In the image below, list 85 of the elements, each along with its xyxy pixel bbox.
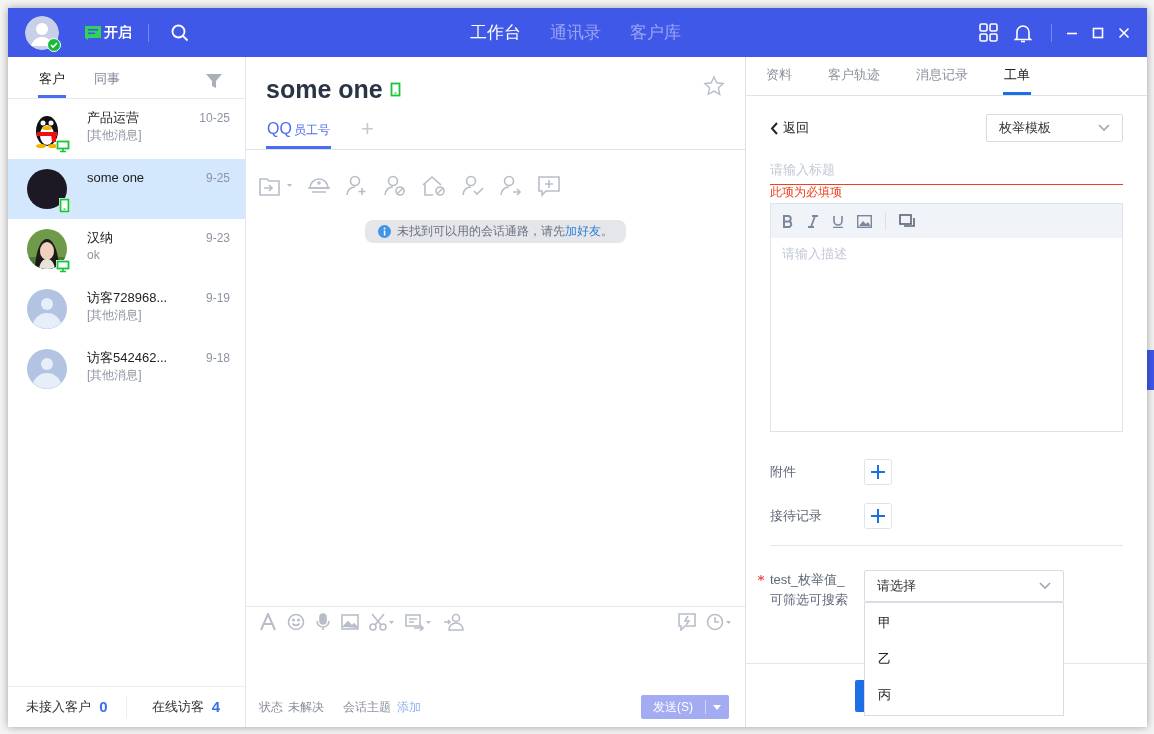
stat-count: 4	[211, 696, 221, 717]
stat-label: 在线访客	[151, 698, 204, 717]
dropdown-option[interactable]: 丙	[865, 677, 1063, 713]
message-time: 9-23	[205, 230, 230, 247]
add-record-button[interactable]	[864, 503, 892, 529]
chevron-down-icon	[1098, 124, 1110, 132]
message-time: 9-18	[205, 350, 230, 367]
comment-icon[interactable]	[899, 213, 916, 229]
field-label: test_枚举值_可筛选可搜索	[770, 571, 849, 609]
quick-reply-icon[interactable]	[678, 612, 696, 631]
sidebar-tab[interactable]: 同事	[93, 68, 121, 98]
mobile-phone-icon	[59, 198, 70, 213]
detail-tab[interactable]: 工单	[1003, 57, 1031, 95]
contact-name: some one	[266, 74, 383, 105]
message-preview: ok	[87, 247, 101, 263]
history-icon[interactable]	[706, 612, 732, 631]
channel-tab[interactable]: QQ 员工号	[266, 113, 331, 149]
contact-name: 汉纳	[87, 229, 114, 247]
transfer-user-icon[interactable]	[499, 174, 523, 197]
nav-tab[interactable]: 工作台	[470, 19, 521, 46]
stat-count: 0	[99, 696, 108, 717]
message-time: 9-19	[205, 290, 230, 307]
message-time: 9-25	[205, 170, 230, 187]
underline-icon[interactable]	[832, 214, 844, 228]
filter-icon[interactable]	[206, 74, 222, 88]
bell-icon[interactable]	[1014, 22, 1032, 43]
apps-grid-icon[interactable]	[979, 23, 998, 42]
check-user-icon[interactable]	[461, 174, 485, 197]
notice-text: 未找到可以用的会话通路，请先加好友。	[397, 223, 613, 240]
image-icon[interactable]	[341, 613, 359, 630]
folder-transfer-icon[interactable]	[259, 175, 293, 196]
records-label: 接待记录	[770, 507, 823, 526]
option-select[interactable]: 请选择	[864, 570, 1064, 602]
font-icon[interactable]	[259, 612, 277, 631]
close-icon[interactable]	[1118, 26, 1130, 39]
search-icon[interactable]	[171, 23, 189, 42]
message-preview: [其他消息]	[87, 367, 143, 383]
maximize-icon[interactable]	[1092, 26, 1104, 39]
status-value: 未解决	[288, 699, 324, 716]
online-check-icon	[47, 37, 61, 52]
message-preview: [其他消息]	[87, 307, 143, 323]
contact-name: 访客728968...	[87, 289, 169, 307]
template-select[interactable]: 枚举模板	[986, 114, 1123, 142]
attachments-label: 附件	[770, 463, 797, 482]
message-icon	[85, 25, 101, 40]
back-button[interactable]: 返回	[770, 118, 809, 138]
scissors-icon[interactable]	[369, 612, 395, 631]
image-icon[interactable]	[857, 214, 872, 228]
add-comment-icon[interactable]	[537, 174, 561, 197]
background-window-edge	[1147, 350, 1154, 390]
message-time: 10-25	[199, 110, 230, 127]
user-avatar-icon	[27, 349, 67, 389]
contact-name: some one	[87, 169, 146, 187]
bold-icon[interactable]	[782, 214, 794, 228]
caret-icon[interactable]	[713, 704, 721, 710]
status-label: 状态	[259, 699, 283, 716]
info-icon	[378, 224, 391, 238]
dropdown-option[interactable]: 乙	[865, 641, 1063, 677]
error-message: 此项为必填项	[770, 185, 842, 200]
dropdown-option[interactable]: 甲	[865, 605, 1063, 641]
add-attachment-button[interactable]	[864, 459, 892, 485]
status-toggle[interactable]: 开启	[85, 22, 132, 43]
dark-avatar-icon	[27, 169, 67, 209]
block-user-icon[interactable]	[383, 174, 407, 197]
topic-label: 会话主题	[343, 699, 391, 716]
microphone-icon[interactable]	[315, 612, 331, 631]
user-avatar-icon	[27, 289, 67, 329]
contact-item[interactable]: some one 9-25	[8, 159, 245, 219]
desktop-icon	[56, 260, 70, 273]
stat-label: 未接入客户	[26, 698, 92, 717]
screen-share-icon[interactable]	[405, 612, 433, 631]
user-transfer-icon[interactable]	[443, 612, 465, 631]
contact-name: 产品运营	[87, 109, 140, 127]
block-home-icon[interactable]	[421, 174, 447, 197]
add-user-icon[interactable]	[345, 174, 369, 197]
chevron-left-icon	[770, 121, 778, 135]
dome-icon[interactable]	[307, 175, 331, 196]
chevron-down-icon	[1039, 582, 1051, 590]
contact-name: 访客542462...	[87, 349, 169, 367]
message-preview: [其他消息]	[87, 127, 143, 143]
mobile-phone-icon	[389, 82, 401, 98]
italic-icon[interactable]	[807, 214, 819, 228]
emoji-icon[interactable]	[287, 612, 305, 631]
desktop-icon	[56, 140, 70, 153]
star-icon[interactable]	[703, 75, 725, 97]
